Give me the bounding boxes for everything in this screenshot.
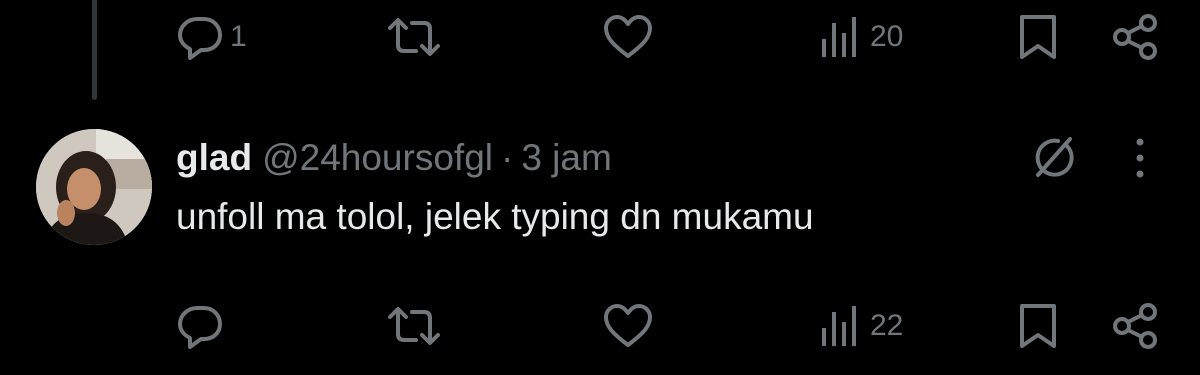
reply-icon — [176, 13, 224, 61]
heart-icon — [602, 302, 654, 350]
user-handle[interactable]: @24hoursofgl — [262, 137, 493, 179]
share-icon — [1110, 302, 1160, 350]
grok-icon[interactable] — [1030, 133, 1078, 186]
repost-button[interactable] — [386, 7, 442, 67]
views-button[interactable]: 20 — [820, 7, 903, 67]
bookmark-button[interactable] — [1016, 296, 1060, 356]
share-button[interactable] — [1110, 7, 1160, 67]
like-button[interactable] — [602, 7, 654, 67]
tweet-header: glad @24hoursofgl · 3 jam — [176, 136, 612, 180]
repost-icon — [386, 302, 442, 350]
action-bar-reply-tweet: 22 — [0, 296, 1200, 356]
display-name[interactable]: glad — [176, 137, 252, 179]
heart-icon — [602, 13, 654, 61]
bookmark-button[interactable] — [1016, 7, 1060, 67]
repost-icon — [386, 13, 442, 61]
views-count: 22 — [870, 309, 904, 342]
share-icon — [1110, 13, 1160, 61]
action-bar-previous-tweet: 1 20 — [0, 7, 1200, 67]
views-count: 20 — [870, 20, 904, 53]
reply-count: 1 — [230, 20, 247, 53]
like-button[interactable] — [602, 296, 654, 356]
views-button[interactable]: 22 — [820, 296, 903, 356]
share-button[interactable] — [1110, 296, 1160, 356]
reply-icon — [176, 302, 224, 350]
more-icon[interactable] — [1128, 134, 1152, 187]
views-icon — [820, 302, 864, 350]
repost-button[interactable] — [386, 296, 442, 356]
bookmark-icon — [1016, 302, 1060, 350]
avatar[interactable] — [36, 129, 152, 245]
bookmark-icon — [1016, 13, 1060, 61]
views-icon — [820, 13, 864, 61]
reply-button[interactable] — [176, 296, 230, 356]
reply-button[interactable]: 1 — [176, 7, 247, 67]
tweet-text: unfoll ma tolol, jelek typing dn mukamu — [176, 196, 814, 237]
timestamp[interactable]: 3 jam — [521, 137, 611, 179]
header-separator: · — [501, 137, 514, 178]
